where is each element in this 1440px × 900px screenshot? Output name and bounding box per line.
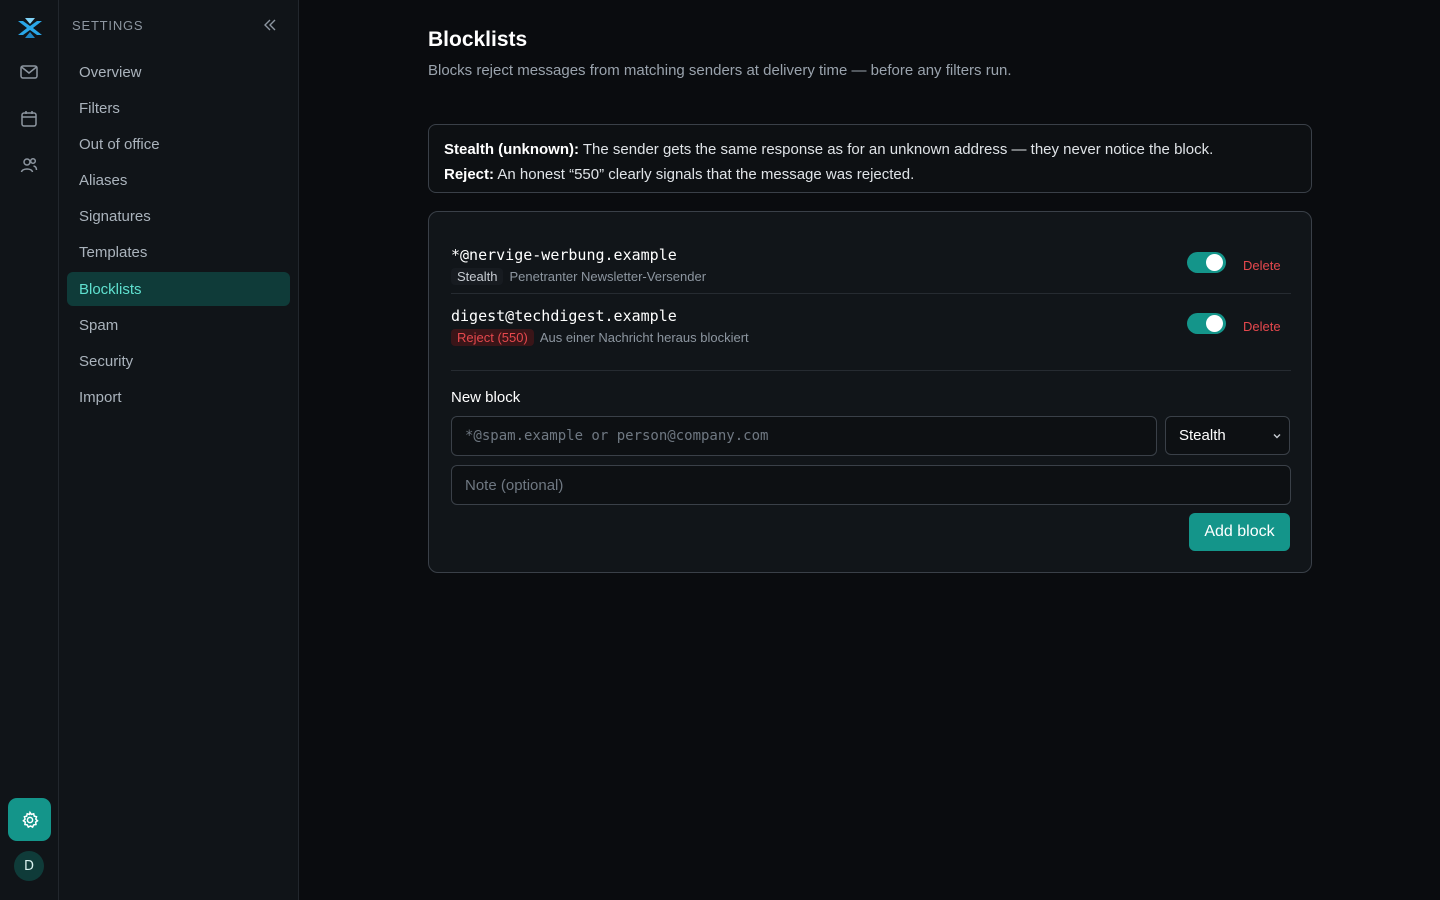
block-note: Aus einer Nachricht heraus blockiert: [539, 330, 749, 345]
sidebar-item-blocklists[interactable]: Blocklists: [67, 272, 290, 307]
info-stealth-term: Stealth (unknown):: [444, 141, 579, 158]
block-address-input[interactable]: [451, 416, 1157, 456]
note-input[interactable]: [451, 465, 1291, 505]
sidebar-item-spam[interactable]: Spam: [67, 308, 290, 342]
sidebar-item-import[interactable]: Import: [67, 381, 290, 415]
info-stealth-line: Stealth (unknown): The sender gets the s…: [444, 137, 1296, 162]
divider: [451, 370, 1291, 371]
delete-button[interactable]: Delete: [1243, 258, 1281, 273]
block-enabled-toggle[interactable]: [1187, 313, 1226, 334]
gear-icon: [21, 810, 39, 828]
info-stealth-text: The sender gets the same response as for…: [579, 141, 1214, 158]
settings-nav: Overview Filters Out of office Aliases S…: [67, 55, 290, 417]
info-reject-term: Reject:: [444, 166, 495, 183]
page-title: Blocklists: [428, 28, 528, 51]
sidebar-item-out-of-office[interactable]: Out of office: [67, 127, 290, 161]
avatar[interactable]: D: [14, 851, 44, 881]
settings-button[interactable]: [8, 798, 51, 841]
contacts-icon[interactable]: [17, 153, 41, 177]
add-block-button[interactable]: Add block: [1189, 513, 1290, 551]
toggle-knob: [1206, 315, 1223, 332]
info-box: Stealth (unknown): The sender gets the s…: [428, 124, 1312, 193]
block-row: *@nervige-werbung.example Stealth Penetr…: [451, 246, 1291, 306]
mode-badge: Stealth: [451, 268, 504, 285]
block-address: *@nervige-werbung.example: [451, 246, 677, 264]
blocklist-card: *@nervige-werbung.example Stealth Penetr…: [428, 211, 1312, 573]
divider: [451, 293, 1291, 294]
calendar-icon[interactable]: [17, 107, 41, 131]
block-meta: Stealth Penetranter Newsletter-Versender: [451, 268, 706, 285]
sidebar-item-templates[interactable]: Templates: [67, 236, 290, 270]
block-meta: Reject (550) Aus einer Nachricht heraus …: [451, 329, 749, 346]
sidebar-item-overview[interactable]: Overview: [67, 55, 290, 89]
page-description: Blocks reject messages from matching sen…: [428, 62, 1012, 79]
chevron-down-icon: [1273, 434, 1281, 439]
info-reject-line: Reject: An honest “550” clearly signals …: [444, 162, 1296, 187]
mode-badge: Reject (550): [451, 329, 534, 346]
sidebar-item-security[interactable]: Security: [67, 345, 290, 379]
info-reject-text: An honest “550” clearly signals that the…: [494, 166, 915, 183]
sidebar-item-filters[interactable]: Filters: [67, 91, 290, 125]
block-mode-value: Stealth: [1179, 427, 1226, 444]
block-note: Penetranter Newsletter-Versender: [509, 269, 707, 284]
delete-button[interactable]: Delete: [1243, 319, 1281, 334]
sidebar-item-aliases[interactable]: Aliases: [67, 164, 290, 198]
sidebar-heading: SETTINGS: [72, 18, 144, 33]
settings-sidebar: SETTINGS Overview Filters Out of office …: [59, 0, 299, 900]
mail-icon[interactable]: [17, 60, 41, 84]
toggle-knob: [1206, 254, 1223, 271]
logo-icon[interactable]: [15, 15, 45, 41]
new-block-label: New block: [451, 389, 521, 406]
collapse-sidebar-icon[interactable]: [261, 16, 279, 34]
block-enabled-toggle[interactable]: [1187, 252, 1226, 273]
block-row: digest@techdigest.example Reject (550) A…: [451, 307, 1291, 367]
icon-rail: D: [0, 0, 59, 900]
sidebar-item-signatures[interactable]: Signatures: [67, 200, 290, 234]
block-mode-select[interactable]: Stealth: [1165, 416, 1290, 455]
block-address: digest@techdigest.example: [451, 307, 677, 325]
